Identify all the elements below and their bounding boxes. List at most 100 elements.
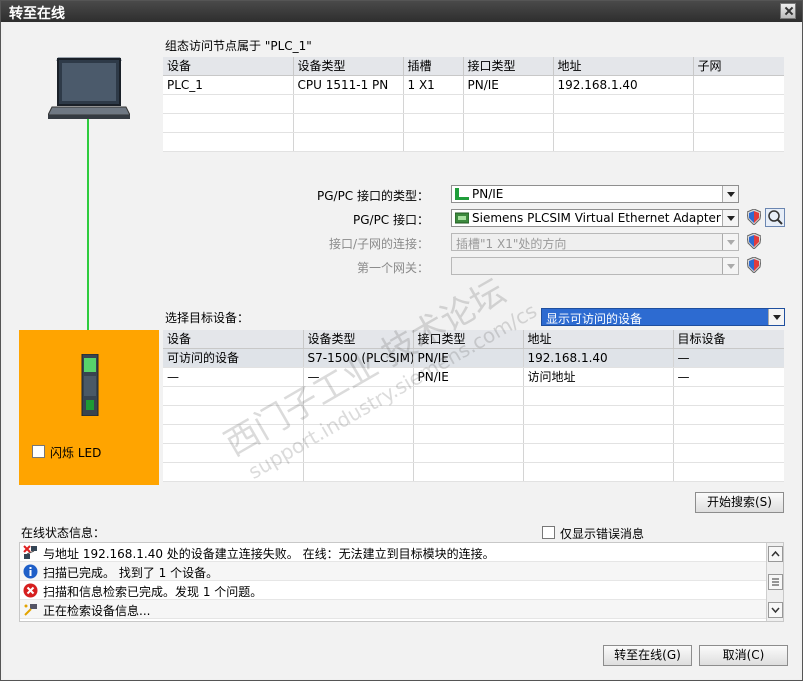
table-cell: PN/IE bbox=[413, 367, 524, 387]
errors-only-checkbox[interactable] bbox=[542, 526, 555, 539]
table-cell: — bbox=[673, 348, 784, 368]
properties-button[interactable] bbox=[765, 208, 785, 227]
table-row bbox=[163, 113, 784, 133]
column-header: 地址 bbox=[553, 57, 694, 76]
chevron-down-icon[interactable] bbox=[722, 210, 738, 226]
scroll-up-button[interactable] bbox=[768, 546, 783, 562]
dialog-content: 组态访问节点属于 "PLC_1" 设备 设备类型 插槽 接口类型 地址 子网 P… bbox=[4, 23, 800, 679]
info-icon bbox=[23, 564, 38, 579]
online-status-caption: 在线状态信息： bbox=[21, 526, 106, 540]
table-row bbox=[163, 405, 784, 425]
table-cell: — bbox=[303, 367, 414, 387]
table-row bbox=[163, 443, 784, 463]
cancel-button[interactable]: 取消(C) bbox=[699, 645, 788, 666]
chevron-down-icon bbox=[771, 607, 780, 614]
status-message-list: 与地址 192.168.1.40 处的设备建立连接失败。 在线：无法建立到目标模… bbox=[19, 542, 784, 622]
column-header: 接口类型 bbox=[413, 330, 524, 349]
table-cell: — bbox=[673, 367, 784, 387]
table-cell: PN/IE bbox=[463, 75, 554, 95]
column-header: 设备类型 bbox=[303, 330, 414, 349]
target-device-table: 设备 设备类型 接口类型 地址 目标设备 可访问的设备 S7-1500 (PLC… bbox=[163, 330, 784, 482]
column-header: 设备 bbox=[163, 57, 294, 76]
table-row bbox=[163, 386, 784, 406]
plc-module-icon bbox=[81, 354, 99, 416]
close-button[interactable] bbox=[780, 3, 796, 19]
configured-node-table: 设备 设备类型 插槽 接口类型 地址 子网 PLC_1 CPU 1511-1 P… bbox=[163, 57, 784, 152]
status-message: 扫描已完成。 找到了 1 个设备。 bbox=[43, 566, 219, 580]
subnet-connection-select: 插槽"1 X1"处的方向 bbox=[451, 233, 739, 251]
connection-line bbox=[87, 119, 89, 356]
scroll-menu-button[interactable] bbox=[768, 574, 783, 590]
status-message: 与地址 192.168.1.40 处的设备建立连接失败。 在线：无法建立到目标模… bbox=[43, 547, 495, 561]
scroll-down-button[interactable] bbox=[768, 602, 783, 618]
menu-icon bbox=[772, 578, 779, 586]
table-row bbox=[163, 132, 784, 152]
list-item[interactable]: 扫描和信息检索已完成。发现 1 个问题。 bbox=[20, 581, 767, 600]
pgpc-type-select[interactable]: PN/IE bbox=[451, 185, 739, 203]
chevron-down-icon[interactable] bbox=[768, 309, 784, 325]
status-message: 正在检索设备信息... bbox=[43, 604, 151, 618]
go-online-dialog: 转至在线 组态访问节点属于 "PLC_1" 设备 设备类型 插槽 接口类型 地址… bbox=[0, 0, 803, 681]
table-cell: 访问地址 bbox=[523, 367, 674, 387]
error-icon bbox=[23, 583, 38, 598]
go-online-button[interactable]: 转至在线(G) bbox=[603, 645, 692, 666]
list-item[interactable]: 扫描已完成。 找到了 1 个设备。 bbox=[20, 562, 767, 581]
gateway-select bbox=[451, 257, 739, 275]
chevron-up-icon bbox=[771, 550, 780, 557]
flash-led-label: 闪烁 LED bbox=[50, 446, 102, 460]
list-item[interactable]: 正在检索设备信息... bbox=[20, 600, 767, 619]
table-row bbox=[163, 94, 784, 114]
column-header: 设备 bbox=[163, 330, 304, 349]
device-filter-value: 显示可访问的设备 bbox=[546, 312, 643, 326]
table-row[interactable]: 可访问的设备 S7-1500 (PLCSIM) PN/IE 192.168.1.… bbox=[163, 348, 784, 368]
table-cell: 1 X1 bbox=[403, 75, 464, 95]
magnifier-icon bbox=[768, 210, 783, 225]
table-row bbox=[163, 424, 784, 444]
column-header: 插槽 bbox=[403, 57, 464, 76]
shield-icon bbox=[747, 233, 761, 249]
table-cell: PLC_1 bbox=[163, 75, 294, 95]
pgpc-interface-select[interactable]: Siemens PLCSIM Virtual Ethernet Adapter bbox=[451, 209, 739, 227]
start-search-button[interactable]: 开始搜索(S) bbox=[695, 492, 784, 513]
gateway-label: 第一个网关： bbox=[356, 261, 429, 275]
table-cell: 192.168.1.40 bbox=[553, 75, 694, 95]
title-bar: 转至在线 bbox=[1, 1, 802, 22]
pgpc-type-label: PG/PC 接口的类型： bbox=[316, 189, 429, 203]
column-header: 地址 bbox=[523, 330, 674, 349]
table-row[interactable]: PLC_1 CPU 1511-1 PN 1 X1 PN/IE 192.168.1… bbox=[163, 75, 784, 95]
pgpc-interface-value: Siemens PLCSIM Virtual Ethernet Adapter bbox=[472, 211, 721, 225]
errors-only-label: 仅显示错误消息 bbox=[560, 527, 645, 541]
searching-icon bbox=[24, 604, 37, 616]
table-cell bbox=[693, 75, 784, 95]
pgpc-interface-label: PG/PC 接口： bbox=[352, 213, 429, 227]
target-device-caption: 选择目标设备： bbox=[165, 311, 250, 325]
chevron-down-icon bbox=[722, 258, 738, 274]
target-device-panel: 闪烁 LED bbox=[19, 330, 159, 485]
network-adapter-icon bbox=[455, 212, 469, 224]
laptop-icon bbox=[48, 57, 130, 119]
table-cell: S7-1500 (PLCSIM) bbox=[303, 348, 414, 368]
table-cell: 192.168.1.40 bbox=[523, 348, 674, 368]
status-message: 扫描和信息检索已完成。发现 1 个问题。 bbox=[43, 585, 263, 599]
column-header: 目标设备 bbox=[673, 330, 784, 349]
flash-led-checkbox[interactable] bbox=[32, 445, 45, 458]
table-cell: PN/IE bbox=[413, 348, 524, 368]
window-title: 转至在线 bbox=[9, 6, 65, 22]
shield-icon bbox=[747, 257, 761, 273]
column-header: 接口类型 bbox=[463, 57, 554, 76]
table-row[interactable]: — — PN/IE 访问地址 — bbox=[163, 367, 784, 387]
subnet-connection-label: 接口/子网的连接： bbox=[328, 237, 429, 251]
status-scrollbar[interactable] bbox=[766, 543, 783, 621]
table-cell: 可访问的设备 bbox=[163, 348, 304, 368]
subnet-connection-value: 插槽"1 X1"处的方向 bbox=[456, 237, 567, 251]
chevron-down-icon bbox=[722, 234, 738, 250]
connection-error-icon bbox=[23, 545, 37, 559]
network-icon bbox=[455, 188, 469, 200]
configured-node-caption: 组态访问节点属于 "PLC_1" bbox=[165, 39, 312, 53]
table-cell: — bbox=[163, 367, 304, 387]
table-cell: CPU 1511-1 PN bbox=[293, 75, 404, 95]
list-item[interactable]: 与地址 192.168.1.40 处的设备建立连接失败。 在线：无法建立到目标模… bbox=[20, 543, 767, 562]
device-filter-select[interactable]: 显示可访问的设备 bbox=[541, 308, 785, 326]
column-header: 设备类型 bbox=[293, 57, 404, 76]
chevron-down-icon[interactable] bbox=[722, 186, 738, 202]
